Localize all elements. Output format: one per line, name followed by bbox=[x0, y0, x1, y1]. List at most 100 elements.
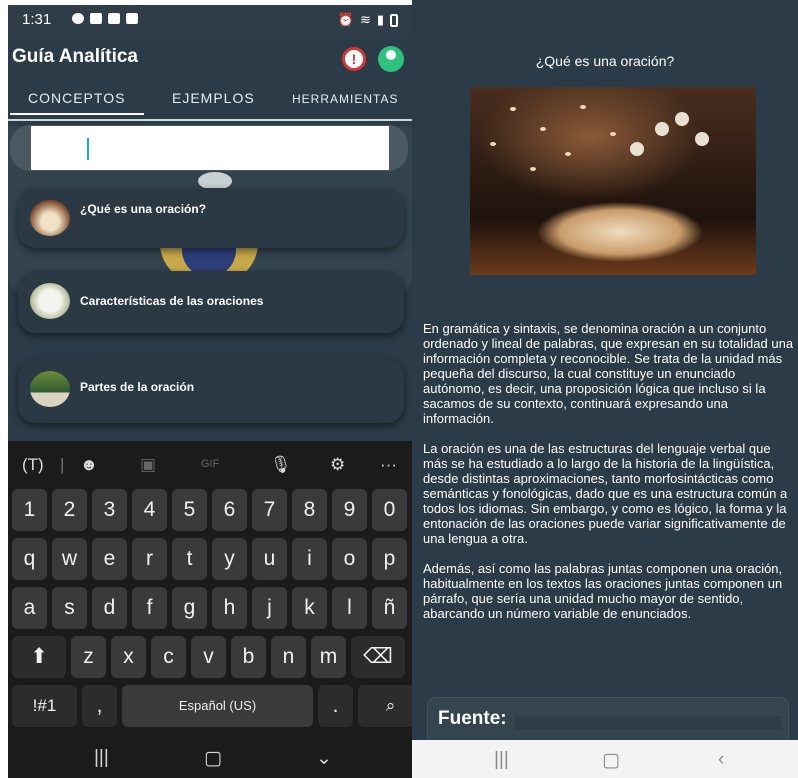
shift-key-icon[interactable]: ⬆ bbox=[12, 636, 66, 678]
active-tab-indicator bbox=[10, 113, 144, 115]
concept-card-oracion[interactable]: ¿Qué es una oración? bbox=[18, 188, 404, 248]
key-g[interactable]: g bbox=[172, 587, 207, 629]
paragraph: La oración es una de las estructuras del… bbox=[423, 441, 788, 546]
paper-bird bbox=[510, 107, 516, 111]
concept-card-caracteristicas[interactable]: Características de las oraciones bbox=[18, 271, 404, 333]
home-nav-icon[interactable]: ▢ bbox=[204, 747, 222, 770]
tab-bar: CONCEPTOS EJEMPLOS HERRAMIENTAS bbox=[8, 85, 412, 119]
backspace-key-icon[interactable]: ⌫ bbox=[351, 636, 405, 678]
paragraph: En gramática y sintaxis, se denomina ora… bbox=[423, 321, 794, 426]
paper-bird bbox=[610, 132, 616, 136]
key-9[interactable]: 9 bbox=[332, 489, 367, 531]
key-1[interactable]: 1 bbox=[12, 489, 47, 531]
concept-card-partes[interactable]: Partes de la oración bbox=[18, 359, 404, 423]
space-key[interactable]: Español (US) bbox=[122, 685, 313, 727]
blackboard-thumbnail-icon bbox=[30, 371, 70, 407]
recents-nav-icon[interactable]: ||| bbox=[494, 749, 509, 771]
key-6[interactable]: 6 bbox=[212, 489, 247, 531]
key-enye[interactable]: ñ bbox=[372, 587, 407, 629]
key-v[interactable]: v bbox=[191, 636, 226, 678]
translate-icon[interactable]: (T) bbox=[22, 455, 44, 475]
key-f[interactable]: f bbox=[132, 587, 167, 629]
key-e[interactable]: e bbox=[92, 538, 127, 580]
more-options-icon[interactable]: ··· bbox=[380, 455, 397, 475]
profile-avatar-button[interactable] bbox=[378, 46, 404, 72]
on-screen-keyboard: (T) | ☻ ▣ GIF 🎙 ⚙ ··· 1 2 3 4 5 6 7 8 9 … bbox=[8, 441, 412, 738]
key-3[interactable]: 3 bbox=[92, 489, 127, 531]
key-4[interactable]: 4 bbox=[132, 489, 167, 531]
tab-ejemplos[interactable]: EJEMPLOS bbox=[172, 90, 255, 106]
emoji-icon[interactable]: ☻ bbox=[80, 455, 98, 475]
battery-icon bbox=[390, 13, 398, 27]
keyboard-row-q: q w e r t y u i o p bbox=[12, 538, 407, 580]
key-r[interactable]: r bbox=[132, 538, 167, 580]
period-key[interactable]: . bbox=[318, 685, 353, 727]
key-q[interactable]: q bbox=[12, 538, 47, 580]
key-k[interactable]: k bbox=[292, 587, 327, 629]
key-b[interactable]: b bbox=[231, 636, 266, 678]
characteristics-thumbnail-icon bbox=[30, 283, 70, 319]
key-y[interactable]: y bbox=[212, 538, 247, 580]
settings-gear-icon[interactable]: ⚙ bbox=[330, 455, 345, 475]
wifi-icon: ≋ bbox=[359, 12, 371, 27]
gif-icon[interactable]: GIF bbox=[201, 458, 219, 470]
keyboard-toolbar: (T) | ☻ ▣ GIF 🎙 ⚙ ··· bbox=[8, 441, 412, 487]
alert-icon[interactable]: ! bbox=[342, 47, 366, 71]
key-a[interactable]: a bbox=[12, 587, 47, 629]
key-m[interactable]: m bbox=[311, 636, 346, 678]
key-8[interactable]: 8 bbox=[292, 489, 327, 531]
paper-bird bbox=[565, 152, 571, 156]
symbols-key[interactable]: !#1 bbox=[12, 685, 77, 727]
key-h[interactable]: h bbox=[212, 587, 247, 629]
dandelion bbox=[655, 122, 669, 136]
key-o[interactable]: o bbox=[332, 538, 367, 580]
recents-nav-icon[interactable]: ||| bbox=[94, 747, 109, 769]
comma-key[interactable]: , bbox=[82, 685, 117, 727]
keyboard-row-z: ⬆ z x c v b n m ⌫ bbox=[12, 636, 405, 678]
key-s[interactable]: s bbox=[52, 587, 87, 629]
key-l[interactable]: l bbox=[332, 587, 367, 629]
source-label: Fuente: bbox=[438, 708, 507, 729]
image-icon bbox=[126, 13, 138, 24]
app-title: Guía Analítica bbox=[12, 46, 138, 67]
toolbar-separator: | bbox=[60, 455, 65, 474]
search-input[interactable] bbox=[31, 126, 389, 170]
key-0[interactable]: 0 bbox=[372, 489, 407, 531]
key-i[interactable]: i bbox=[292, 538, 327, 580]
paper-bird bbox=[530, 167, 536, 171]
keyboard-row-numbers: 1 2 3 4 5 6 7 8 9 0 bbox=[12, 489, 407, 531]
source-field bbox=[515, 716, 782, 730]
signal-icon: ▮ bbox=[376, 12, 384, 27]
notification-icons bbox=[72, 13, 138, 24]
key-p[interactable]: p bbox=[372, 538, 407, 580]
tab-conceptos[interactable]: CONCEPTOS bbox=[28, 90, 125, 106]
dandelion bbox=[695, 132, 709, 146]
key-c[interactable]: c bbox=[151, 636, 186, 678]
key-w[interactable]: w bbox=[52, 538, 87, 580]
key-t[interactable]: t bbox=[172, 538, 207, 580]
status-bar: 1:31 ⏰ ≋ ▮ bbox=[8, 5, 412, 35]
open-book-image bbox=[470, 87, 756, 275]
system-icons: ⏰ ≋ ▮ bbox=[338, 12, 398, 28]
search-key-icon[interactable]: ⌕ bbox=[358, 685, 412, 727]
keyboard-row-a: a s d f g h j k l ñ bbox=[12, 587, 407, 629]
key-5[interactable]: 5 bbox=[172, 489, 207, 531]
book-thumbnail-icon bbox=[30, 200, 70, 236]
key-n[interactable]: n bbox=[271, 636, 306, 678]
key-d[interactable]: d bbox=[92, 587, 127, 629]
android-nav-bar-light: ||| ▢ ‹ bbox=[412, 740, 798, 778]
sticker-icon[interactable]: ▣ bbox=[140, 455, 156, 475]
key-x[interactable]: x bbox=[111, 636, 146, 678]
key-u[interactable]: u bbox=[252, 538, 287, 580]
paper-bird bbox=[490, 142, 496, 146]
home-nav-icon[interactable]: ▢ bbox=[602, 749, 620, 772]
key-j[interactable]: j bbox=[252, 587, 287, 629]
left-phone-screen: 1:31 ⏰ ≋ ▮ Guía Analítica ! CONCEPTOS EJ… bbox=[8, 5, 412, 778]
microphone-icon[interactable]: 🎙 bbox=[270, 455, 292, 475]
tab-herramientas[interactable]: HERRAMIENTAS bbox=[292, 92, 398, 106]
key-2[interactable]: 2 bbox=[52, 489, 87, 531]
back-nav-icon[interactable]: ⌄ bbox=[316, 747, 332, 770]
back-nav-icon[interactable]: ‹ bbox=[718, 749, 724, 771]
key-7[interactable]: 7 bbox=[252, 489, 287, 531]
key-z[interactable]: z bbox=[71, 636, 106, 678]
